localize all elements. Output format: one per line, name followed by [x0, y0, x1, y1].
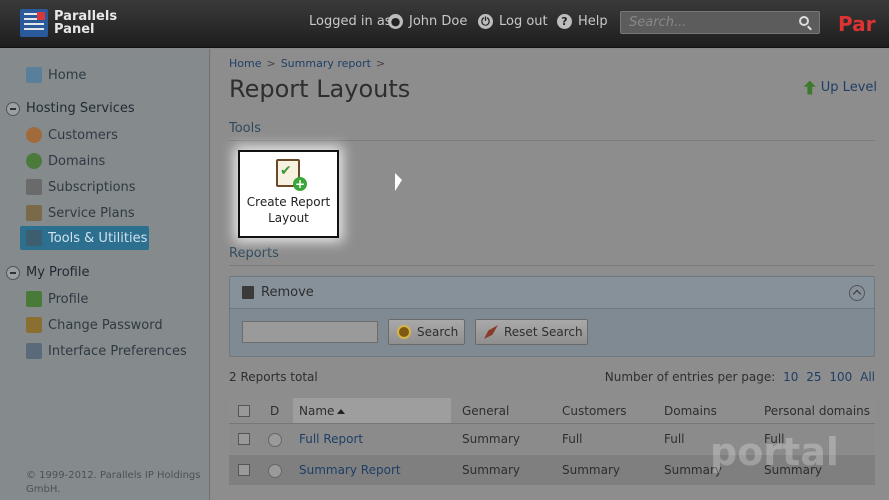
top-bar: Parallels Panel Logged in as ● John Doe … [0, 0, 889, 48]
sidebar-section-hosting[interactable]: Hosting Services [6, 101, 135, 116]
per-page-100[interactable]: 100 [829, 370, 852, 384]
key-icon [26, 317, 42, 333]
cell-domains: Full [664, 432, 685, 446]
collapse-icon[interactable] [849, 285, 865, 301]
column-header-personal-domains[interactable]: Personal domains [764, 404, 870, 418]
sidebar-item-domains[interactable]: Domains [26, 151, 105, 171]
cell-general: Summary [462, 463, 520, 477]
per-page-25[interactable]: 25 [806, 370, 821, 384]
brand-line-2: Panel [54, 22, 95, 37]
sidebar-item-profile[interactable]: Profile [26, 289, 88, 309]
collapse-icon[interactable] [6, 101, 20, 116]
sidebar-item-service-plans[interactable]: Service Plans [26, 203, 135, 223]
top-search-input[interactable]: Search... [620, 11, 820, 34]
per-page-10[interactable]: 10 [783, 370, 798, 384]
profile-card-icon [26, 291, 42, 307]
tools-icon [26, 230, 42, 246]
parallels-logo[interactable]: Parallels Panel [20, 9, 117, 37]
column-header-d[interactable]: D [270, 404, 279, 418]
tools-heading: Tools [229, 121, 262, 136]
collapse-icon[interactable] [6, 265, 20, 280]
search-placeholder: Search... [629, 15, 687, 30]
broom-icon [484, 325, 498, 339]
reports-toolbar-panel: Remove Search Reset Search [229, 276, 875, 357]
column-header-general[interactable]: General [462, 404, 509, 418]
cell-general: Summary [462, 432, 520, 446]
parallels-logo-icon [20, 9, 48, 37]
create-report-layout-button[interactable]: Create Report Layout [238, 150, 339, 238]
mouse-cursor-icon [395, 173, 402, 191]
report-search-input[interactable] [242, 321, 378, 343]
search-button[interactable]: Search [388, 319, 465, 345]
column-header-name[interactable]: Name [299, 404, 346, 418]
breadcrumb-home[interactable]: Home [229, 57, 261, 70]
subscription-icon [26, 179, 42, 195]
default-radio[interactable] [268, 464, 282, 478]
user-menu[interactable]: ● John Doe [388, 14, 467, 29]
default-radio[interactable] [268, 433, 282, 447]
user-name: John Doe [409, 14, 468, 29]
sidebar-item-tools-utilities[interactable]: Tools & Utilities [26, 228, 147, 248]
reports-heading: Reports [229, 246, 279, 261]
sidebar: Home Hosting Services Customers Domains … [0, 49, 210, 500]
cell-customers: Full [562, 432, 583, 446]
table-header-row: D Name General Customers Domains Persona… [229, 398, 875, 424]
page-title: Report Layouts [229, 75, 411, 103]
home-icon [26, 67, 42, 83]
row-checkbox[interactable] [238, 433, 250, 445]
remove-button[interactable]: Remove [230, 277, 874, 309]
sidebar-item-subscriptions[interactable]: Subscriptions [26, 177, 136, 197]
copyright-text: © 1999-2012. Parallels IP Holdings GmbH. [26, 470, 201, 495]
help-link[interactable]: ? Help [557, 14, 608, 29]
reset-search-button[interactable]: Reset Search [475, 319, 588, 345]
up-level-link[interactable]: Up Level [803, 80, 877, 95]
cell-customers: Summary [562, 463, 620, 477]
sidebar-item-interface-preferences[interactable]: Interface Preferences [26, 341, 187, 361]
service-plan-icon [26, 205, 42, 221]
trash-icon [242, 286, 254, 299]
column-header-customers[interactable]: Customers [562, 404, 627, 418]
sidebar-item-home[interactable]: Home [26, 65, 86, 85]
divider [229, 140, 875, 141]
row-checkbox[interactable] [238, 464, 250, 476]
entries-per-page: Number of entries per page: 10 25 100 Al… [604, 370, 875, 384]
report-add-icon [276, 159, 307, 191]
search-icon [397, 325, 411, 339]
report-name-link[interactable]: Summary Report [299, 463, 401, 477]
breadcrumb-summary-report[interactable]: Summary report [281, 57, 371, 70]
sidebar-item-change-password[interactable]: Change Password [26, 315, 163, 335]
preferences-icon [26, 343, 42, 359]
reports-total: 2 Reports total [229, 370, 318, 384]
select-all-checkbox[interactable] [238, 405, 250, 417]
divider [229, 265, 875, 266]
breadcrumb: Home > Summary report > [229, 57, 386, 70]
per-page-all[interactable]: All [860, 370, 875, 384]
up-arrow-icon [803, 80, 816, 95]
user-icon: ● [388, 14, 403, 29]
logout-link[interactable]: ⏻ Log out [478, 14, 548, 29]
sort-ascending-icon [337, 409, 346, 414]
help-icon: ? [557, 14, 572, 29]
sidebar-item-customers[interactable]: Customers [26, 125, 118, 145]
brand-right: Par [838, 12, 876, 36]
domain-icon [26, 153, 42, 169]
create-report-layout-label: Create Report Layout [246, 195, 331, 225]
search-icon[interactable] [799, 16, 809, 26]
power-icon: ⏻ [478, 14, 493, 29]
customer-icon [26, 127, 42, 143]
logged-in-label: Logged in as [309, 14, 392, 29]
watermark: portal [710, 430, 839, 474]
sidebar-section-profile[interactable]: My Profile [6, 265, 89, 280]
report-name-link[interactable]: Full Report [299, 432, 363, 446]
column-header-domains[interactable]: Domains [664, 404, 717, 418]
